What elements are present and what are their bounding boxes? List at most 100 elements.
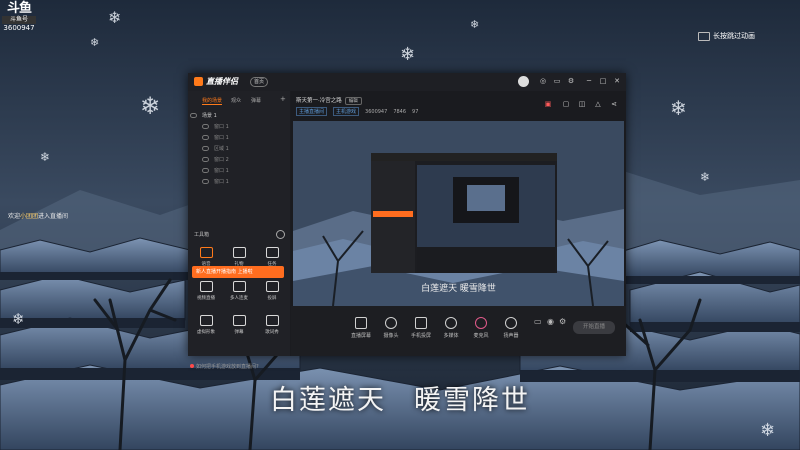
bell-icon[interactable]: △ (593, 99, 603, 109)
camera-icon (385, 317, 397, 329)
edit-title-button[interactable]: 编辑 (344, 97, 362, 105)
danmaku-icon (232, 315, 246, 326)
tool-label: 歌词秀 (265, 330, 279, 335)
source-label: 窗口 1 (214, 135, 229, 141)
toolbox-collapse-icon[interactable] (276, 230, 285, 239)
go-live-button[interactable]: 开始直播 (573, 321, 615, 334)
welcome-prefix: 欢迎 (8, 213, 21, 220)
control-label: 手机投屏 (410, 333, 431, 339)
source-row[interactable]: 区域 1 (202, 144, 229, 153)
home-badge[interactable]: 首页 (250, 77, 269, 87)
help-tip-label: 如何把手机游戏放到直播间? (196, 364, 259, 370)
record-video-icon[interactable]: ▭ (534, 317, 542, 326)
skip-animation-hint[interactable]: 长按跳过动画 (698, 31, 755, 41)
source-row[interactable]: 窗口 1 (202, 177, 229, 186)
lock-icon[interactable]: ▢ (561, 99, 571, 109)
tool-label: 虚拟形象 (197, 330, 215, 335)
sidebar: 我的场景 观众 弹幕 + 场景 1 窗口 1 窗口 1 区域 1 窗口 2 窗口… (188, 91, 290, 370)
share-icon[interactable]: ⋖ (609, 99, 619, 109)
gift-top-icon[interactable]: ▣ (543, 99, 553, 109)
alert-dot-icon (190, 364, 194, 368)
message-icon[interactable]: ▭ (552, 76, 562, 86)
fans-count: 7846 (393, 108, 407, 115)
tab-danmaku[interactable]: 弹幕 (251, 97, 261, 104)
tool-video-live[interactable]: 视频直播 (192, 281, 220, 305)
settings-icon[interactable]: ⚙ (566, 76, 576, 86)
room-category[interactable]: 主机游戏 (333, 107, 360, 116)
multi-link-icon (232, 281, 246, 292)
task-icon (265, 247, 279, 258)
source-label: 区域 1 (214, 146, 229, 152)
visibility-icon[interactable] (190, 113, 197, 118)
snowflake-icon: ❄ (470, 18, 480, 31)
welcome-suffix: 进入直播间 (38, 213, 69, 220)
phone-icon (415, 317, 427, 329)
control-label: 直播屏幕 (350, 333, 371, 339)
avatar-icon (199, 315, 213, 326)
close-icon[interactable]: ✕ (612, 76, 622, 86)
tab-audience[interactable]: 观众 (231, 97, 241, 104)
promo-banner[interactable]: 新人直播开播指南 上播啦 (192, 266, 284, 278)
source-row[interactable]: 窗口 1 (202, 166, 229, 175)
welcome-username: 小团团 (20, 213, 39, 220)
tool-lyrics[interactable]: 歌词秀 (258, 315, 286, 339)
viewer-count: 97 (412, 108, 419, 115)
visibility-icon[interactable] (202, 157, 209, 162)
snowflake-icon: ❄ (40, 150, 51, 164)
avatar[interactable] (518, 76, 529, 87)
settings-gear-icon[interactable]: ⚙ (559, 317, 566, 326)
snowflake-icon: ❄ (140, 92, 161, 120)
welcome-message: 欢迎小团团进入直播间 (8, 211, 68, 220)
tool-avatar[interactable]: 虚拟形象 (192, 315, 220, 339)
service-icon[interactable]: ◎ (538, 76, 548, 86)
tool-cast[interactable]: 投屏 (258, 281, 286, 305)
microphone-button[interactable]: 麦克风 (466, 317, 496, 339)
snowflake-icon: ❄ (108, 8, 122, 27)
source-label: 窗口 2 (214, 157, 229, 163)
skip-animation-label: 长按跳过动画 (713, 32, 755, 40)
cast-icon (265, 281, 279, 292)
speaker-icon (505, 317, 517, 329)
capture-screen-button[interactable]: 直播屏幕 (346, 317, 376, 339)
phone-cast-button[interactable]: 手机投屏 (406, 317, 436, 339)
control-label: 扬声器 (503, 333, 519, 339)
preview-scene (293, 121, 624, 306)
eye-icon[interactable]: ◉ (547, 317, 554, 326)
video-live-icon (199, 281, 213, 292)
scene-row[interactable]: 场景 1 (190, 111, 217, 120)
visibility-icon[interactable] (202, 135, 209, 140)
add-scene-button[interactable]: + (280, 95, 286, 103)
source-row[interactable]: 窗口 2 (202, 155, 229, 164)
minimize-icon[interactable]: ─ (584, 76, 594, 86)
live-preview[interactable]: 白莲遮天 暖雪降世 (293, 121, 624, 306)
preview-subtitle: 白莲遮天 暖雪降世 (421, 284, 496, 294)
lyrics-icon (265, 315, 279, 326)
source-row[interactable]: 窗口 1 (202, 122, 229, 131)
camera-button[interactable]: 摄像头 (376, 317, 406, 339)
tool-danmaku[interactable]: 弹幕 (225, 315, 253, 339)
subtitle-part-1: 白莲遮天 (270, 385, 386, 416)
record-icon[interactable]: ◫ (577, 99, 587, 109)
source-label: 窗口 1 (214, 124, 229, 130)
visibility-icon[interactable] (202, 124, 209, 129)
help-tip[interactable]: 如何把手机游戏放到直播间? (190, 363, 259, 370)
snowflake-icon: ❄ (12, 310, 25, 328)
snowflake-icon: ❄ (700, 170, 711, 184)
visibility-icon[interactable] (202, 168, 209, 173)
visibility-icon[interactable] (202, 146, 209, 151)
source-row[interactable]: 窗口 1 (202, 133, 229, 142)
subtitle-part-2: 暖雪降世 (414, 385, 530, 416)
maximize-icon[interactable]: □ (598, 76, 608, 86)
control-bar: 直播屏幕 摄像头 手机投屏 多媒体 麦克风 扬声器 ▭ ◉ ⚙ 开始直播 (291, 306, 626, 356)
room-header: 斯天第一·冷宫之路 编辑 (296, 96, 362, 105)
speaker-button[interactable]: 扬声器 (496, 317, 526, 339)
tab-scenes[interactable]: 我的场景 (202, 97, 223, 105)
visibility-icon[interactable] (202, 179, 209, 184)
tool-multi-link[interactable]: 多人连麦 (225, 281, 253, 305)
gift-icon (232, 247, 246, 258)
room-link[interactable]: 主播直播间 (296, 107, 328, 116)
platform-logo: 斗鱼 (6, 1, 32, 16)
tool-label: 投屏 (267, 296, 277, 301)
multimedia-button[interactable]: 多媒体 (436, 317, 466, 339)
title-bar: 直播伴侣 首页 ◎ ▭ ⚙ ─ □ ✕ (188, 73, 626, 91)
